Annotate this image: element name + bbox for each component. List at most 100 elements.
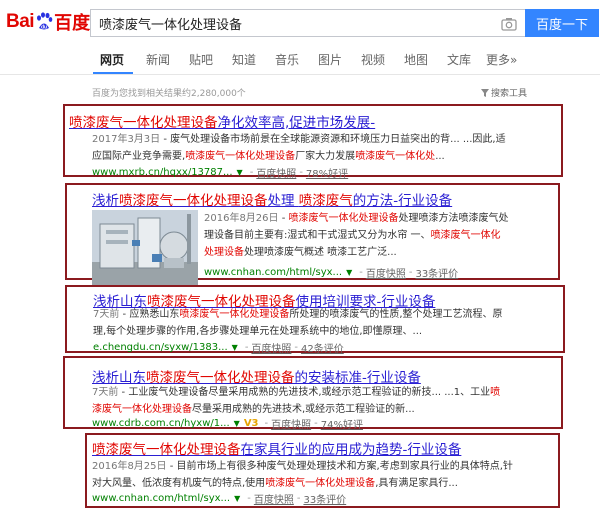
separator: - — [247, 493, 251, 504]
camera-icon[interactable] — [501, 16, 517, 31]
result-thumbnail[interactable] — [92, 210, 198, 286]
abstract-text: 理设备目前主要有:湿式和干式湿式又分为水帘 一、 — [204, 230, 431, 241]
abstract-text: 厂家大力发展 — [295, 151, 356, 162]
rating-link[interactable]: 78%好评 — [306, 165, 348, 180]
svg-text:du: du — [41, 25, 47, 31]
abstract-highlight: 喷漆废气一体化处 — [355, 151, 436, 162]
result-title-link[interactable]: 喷漆废气一体化处理设备在家具行业的应用成为趋势-行业设备 — [92, 438, 461, 458]
separator: - — [299, 167, 303, 178]
active-tab-indicator — [93, 72, 133, 74]
search-tools-button[interactable]: 搜索工具 — [481, 86, 527, 99]
tab-zhidao[interactable]: 知道 — [232, 51, 256, 68]
result-abstract: 2016年8月25日 - 目前市场上有很多种废气处理处理技术和方案,考虑到家具行… — [92, 458, 557, 492]
tab-tieba[interactable]: 贴吧 — [189, 51, 213, 68]
result-url[interactable]: www.cnhan.com/html/syx... — [204, 267, 342, 278]
logo-text-du: 百度 — [54, 13, 91, 34]
abstract-text: ... — [435, 151, 445, 162]
separator: - — [244, 342, 249, 353]
abstract-highlight: 喷漆废气一体化 — [430, 230, 501, 241]
title-highlight: 喷漆废气 — [298, 193, 353, 209]
cache-link[interactable]: 百度快照 — [271, 416, 311, 431]
result-url-line: e.chengdu.cn/syxw/1383... ▼ - 百度快照 - 42条… — [93, 340, 344, 355]
abstract-text: 对大风量、低浓度有机废气的特点,使用 — [92, 478, 266, 489]
search-button[interactable]: 百度一下 — [525, 9, 599, 37]
logo-text-bai: Bai — [6, 11, 35, 32]
abstract-highlight: 喷漆废气一体化处理设备 — [288, 213, 399, 224]
abstract-text: 处理喷漆废气概述 喷漆工艺广泛... — [244, 247, 397, 258]
title-text: 浅析 — [92, 193, 119, 209]
separator: - — [294, 342, 299, 353]
search-box — [90, 9, 525, 37]
abstract-text: - 废气处理设备市场前景在全球能源资源和环境压力日益突出的背... ...因此,… — [160, 134, 506, 145]
abstract-text: - 应熟悉山东 — [119, 309, 180, 320]
result-title-link[interactable]: 喷漆废气一体化处理设备净化效率高,促进市场发展- — [69, 111, 375, 131]
abstract-highlight: 喷漆废气一体化处理设备 — [179, 309, 290, 320]
tab-more[interactable]: 更多» — [486, 51, 517, 68]
tab-music[interactable]: 音乐 — [275, 51, 299, 68]
cache-link[interactable]: 百度快照 — [366, 265, 406, 280]
v3-badge[interactable]: V3 — [244, 418, 259, 429]
search-result-2: 浅析喷漆废气一体化处理设备处理 喷漆废气的方法-行业设备 2016年8月26日 … — [65, 183, 560, 286]
result-date: 2016年8月25日 — [92, 461, 167, 472]
result-url[interactable]: www.mxrb.cn/hqxx/13787... — [92, 167, 233, 178]
result-url-line: www.cnhan.com/html/syx... ▼ - 百度快照 - 33条… — [92, 491, 346, 506]
search-result-4: 浅析山东喷漆废气一体化处理设备的安装标准-行业设备 7天前 - 工业废气处理设备… — [63, 356, 563, 431]
title-highlight: 喷漆废气一体化处理设备 — [92, 442, 241, 458]
rating-link[interactable]: 42条评价 — [301, 340, 344, 355]
cache-link[interactable]: 百度快照 — [256, 165, 296, 180]
search-tools-label: 搜索工具 — [491, 89, 528, 99]
search-result-5: 喷漆废气一体化处理设备在家具行业的应用成为趋势-行业设备 2016年8月25日 … — [85, 433, 560, 508]
abstract-text: - 工业废气处理设备尽量采用成熟的先进技术,或经示范工程验证的新技... ...… — [118, 387, 491, 398]
search-input[interactable] — [91, 10, 497, 36]
result-url[interactable]: www.cnhan.com/html/syx... — [92, 493, 230, 504]
cache-link[interactable]: 百度快照 — [251, 340, 291, 355]
abstract-highlight: 喷漆废气一体化处理设备 — [265, 478, 376, 489]
result-url-line: www.cdrb.com.cn/hyxw/1... ▼ V3 - 百度快照 - … — [92, 416, 363, 431]
result-url[interactable]: e.chengdu.cn/syxw/1383... — [93, 342, 228, 353]
paw-icon: du — [35, 12, 53, 32]
search-result-3: 浅析山东喷漆废气一体化处理设备使用培训要求-行业设备 7天前 - 应熟悉山东喷漆… — [65, 285, 565, 355]
abstract-text: 所处理的喷漆废气的性质,整个处理工艺流程、原 — [289, 309, 503, 320]
result-url[interactable]: www.cdrb.com.cn/hyxw/1... — [92, 418, 230, 429]
tab-news[interactable]: 新闻 — [146, 51, 170, 68]
dropdown-arrow-icon[interactable]: ▼ — [237, 168, 243, 177]
tab-wenku[interactable]: 文库 — [447, 51, 471, 68]
result-count: 百度为您找到相关结果约2,280,000个 — [92, 89, 246, 99]
abstract-highlight: 喷漆废气一体化处理设备 — [185, 151, 296, 162]
title-text: 在家具行业的应用成为趋势-行业设备 — [240, 442, 462, 458]
tab-web[interactable]: 网页 — [100, 51, 124, 68]
result-date: 2017年3月3日 — [92, 134, 161, 145]
title-highlight: 喷漆废气一体化处理设备 — [119, 193, 268, 209]
rating-link[interactable]: 33条评价 — [303, 491, 346, 506]
abstract-highlight: 漆废气一体化处理设备 — [92, 404, 192, 415]
result-url-line: www.cnhan.com/html/syx... ▼ - 百度快照 - 33条… — [204, 265, 458, 280]
funnel-icon — [481, 88, 489, 97]
result-title-link[interactable]: 浅析山东喷漆废气一体化处理设备的安装标准-行业设备 — [92, 366, 421, 386]
cache-link[interactable]: 百度快照 — [254, 491, 294, 506]
dropdown-arrow-icon[interactable]: ▼ — [234, 419, 240, 428]
dropdown-arrow-icon[interactable]: ▼ — [346, 268, 352, 277]
result-title-link[interactable]: 浅析喷漆废气一体化处理设备处理 喷漆废气的方法-行业设备 — [92, 189, 452, 209]
rating-link[interactable]: 33条评价 — [415, 265, 458, 280]
search-vertical-tabs: 网页 新闻 贴吧 知道 音乐 图片 视频 地图 文库 更多» — [0, 44, 600, 75]
result-date: 2016年8月26日 — [204, 213, 279, 224]
abstract-highlight: 处理设备 — [204, 247, 244, 258]
abstract-highlight: 喷 — [490, 387, 501, 398]
tab-video[interactable]: 视频 — [361, 51, 385, 68]
tab-map[interactable]: 地图 — [404, 51, 428, 68]
dropdown-arrow-icon[interactable]: ▼ — [232, 343, 238, 352]
tab-images[interactable]: 图片 — [318, 51, 342, 68]
result-abstract: 7天前 - 工业废气处理设备尽量采用成熟的先进技术,或经示范工程验证的新技...… — [92, 384, 562, 418]
separator: - — [359, 267, 363, 278]
separator: - — [264, 418, 269, 429]
dropdown-arrow-icon[interactable]: ▼ — [234, 494, 240, 503]
title-text: 处理 — [267, 193, 299, 209]
rating-link[interactable]: 74%好评 — [321, 416, 363, 431]
abstract-text: - 目前市场上有很多种废气处理处理技术和方案,考虑到家具行业的具体特点,针 — [166, 461, 513, 472]
title-highlight: 喷漆废气一体化处理设备 — [69, 115, 218, 131]
separator: - — [314, 418, 318, 429]
abstract-text: ,具有满足家具行... — [375, 478, 458, 489]
search-result-1: 喷漆废气一体化处理设备净化效率高,促进市场发展- 2017年3月3日 - 废气处… — [63, 104, 563, 180]
baidu-logo[interactable]: Bai du 百度 — [6, 9, 90, 35]
separator: - — [296, 493, 301, 504]
